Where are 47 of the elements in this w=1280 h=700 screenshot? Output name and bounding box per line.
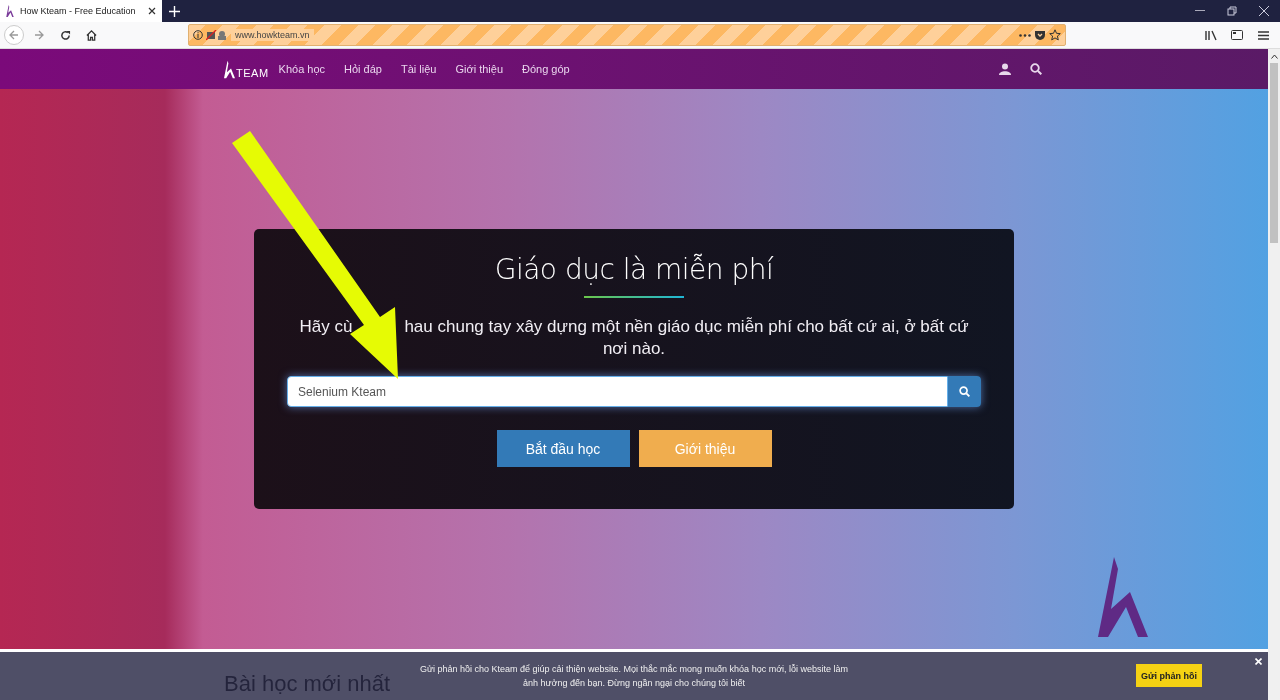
sidebar-icon: [1231, 30, 1243, 40]
scrollbar-thumb[interactable]: [1270, 63, 1278, 243]
url-text: www.howkteam.vn: [231, 29, 314, 41]
search-icon[interactable]: [1030, 63, 1042, 75]
search-field[interactable]: Selenium Kteam: [287, 376, 948, 407]
close-button[interactable]: [1255, 658, 1262, 665]
info-icon[interactable]: [193, 30, 203, 40]
arrow-right-icon: [34, 30, 44, 40]
browser-tab[interactable]: How Kteam - Free Education: [0, 0, 162, 22]
logo-text[interactable]: TEAM: [236, 66, 269, 79]
bookmark-star-icon[interactable]: [1049, 29, 1061, 41]
restore-icon: [1227, 6, 1237, 16]
home-icon: [85, 29, 97, 41]
feedback-message: Gửi phản hồi cho Kteam để giúp cải thiện website. Mọi thắc mắc mong muốn khóa học mới, lỗi website làm ảnh hưởng đến bạn. Đừng ngần ngại cho chúng tôi biết: [418, 663, 850, 690]
back-button[interactable]: [4, 25, 24, 45]
logo-icon[interactable]: [224, 59, 235, 79]
tab-title: How Kteam - Free Education: [20, 6, 137, 16]
nav-link[interactable]: Khóa học: [278, 63, 326, 75]
start-button[interactable]: Bắt đầu học: [496, 430, 630, 467]
arrow-left-icon: [9, 30, 19, 40]
menu-icon: [1257, 30, 1269, 40]
scrollbar[interactable]: [1268, 49, 1280, 700]
close-icon[interactable]: [148, 7, 156, 15]
library-icon: [1205, 29, 1217, 41]
close-icon: [1259, 6, 1269, 16]
nav-link[interactable]: Tài liệu: [400, 63, 437, 75]
hero-subtitle: hau chung tay xây dựng một nền giáo dục miễn phí cho bất cứ ai, ở bất cứ nơi nào.: [404, 317, 969, 358]
close-icon: [1255, 658, 1262, 665]
scroll-up-icon[interactable]: [1270, 53, 1278, 59]
pocket-icon[interactable]: [1034, 29, 1046, 41]
more-icon[interactable]: [1019, 33, 1031, 37]
hero-title: Giáo dục là miễn phí: [494, 253, 774, 286]
hero-subtitle: Hãy cù: [299, 317, 353, 336]
search-icon: [959, 386, 970, 397]
reload-icon: [59, 29, 71, 41]
address-bar[interactable]: www.howkteam.vn: [188, 24, 1066, 46]
blocked-content-icon[interactable]: [206, 30, 228, 40]
nav-link[interactable]: Giới thiệu: [455, 63, 503, 75]
site-logo-icon: [6, 5, 14, 17]
search-button[interactable]: [948, 376, 981, 407]
nav-link[interactable]: Hỏi đáp: [344, 63, 382, 75]
user-icon[interactable]: [999, 63, 1011, 75]
plus-icon: [168, 5, 180, 17]
minimize-icon: [1195, 10, 1205, 12]
site-logo-icon: [1098, 557, 1148, 637]
nav-link[interactable]: Đóng góp: [522, 63, 570, 75]
feedback-button[interactable]: Gửi phản hồi: [1136, 664, 1202, 687]
